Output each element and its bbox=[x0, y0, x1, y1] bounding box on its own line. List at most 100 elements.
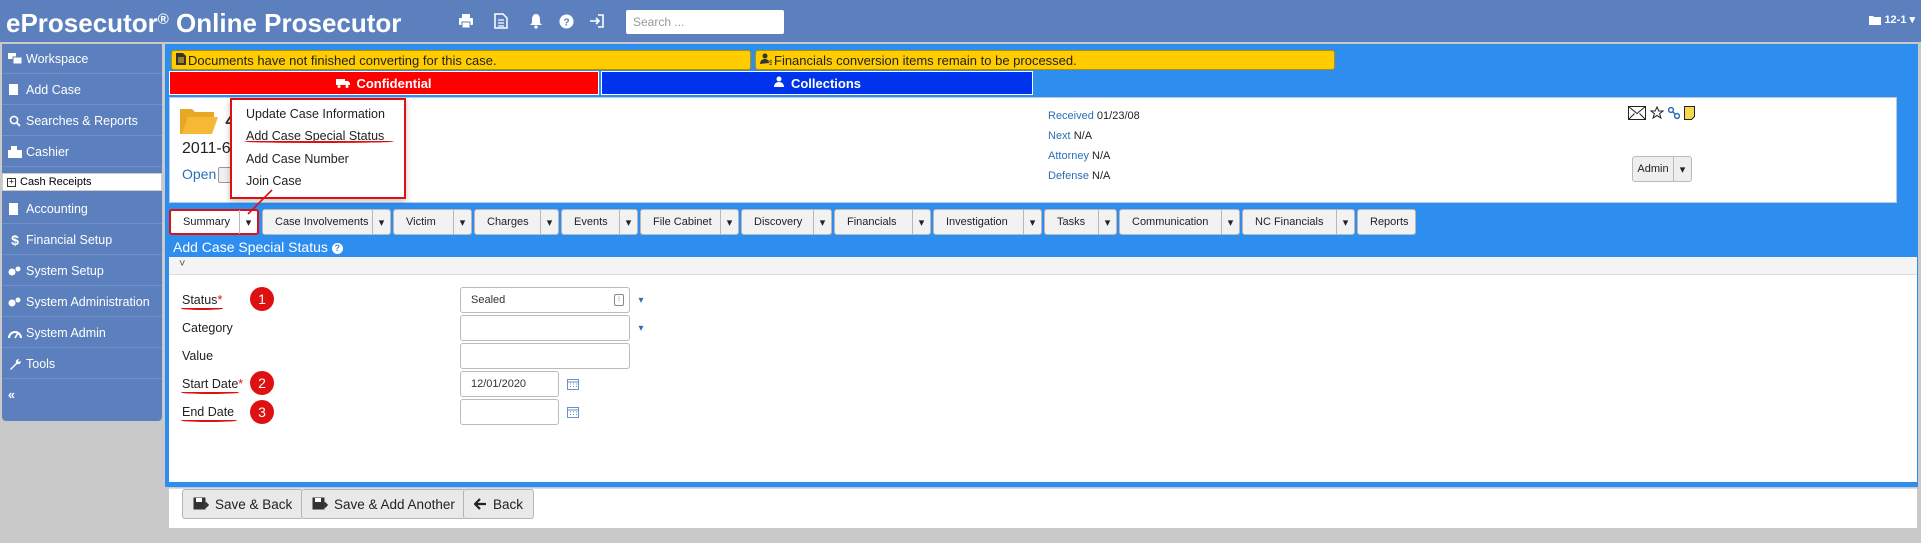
start-date-label: Start Date* bbox=[182, 377, 243, 391]
sidebar-item-cash-receipts[interactable]: + Cash Receipts bbox=[2, 173, 162, 191]
caret-down-icon[interactable]: ▾ bbox=[619, 210, 637, 234]
sidebar-item-searches-reports[interactable]: Searches & Reports bbox=[2, 106, 162, 136]
form-actions: Save & Back Save & Add Another Back bbox=[169, 488, 1917, 528]
print-icon[interactable] bbox=[456, 11, 476, 31]
section-title-text: Add Case Special Status bbox=[173, 239, 328, 255]
caret-down-icon[interactable]: ▾ bbox=[636, 295, 646, 306]
envelope-icon[interactable] bbox=[1628, 106, 1646, 120]
sidebar-item-add-case[interactable]: Add Case bbox=[2, 75, 162, 105]
sidebar-item-system-admin[interactable]: System Admin bbox=[2, 318, 162, 348]
tab-label: Communication bbox=[1132, 216, 1209, 228]
save-back-button[interactable]: Save & Back bbox=[182, 489, 304, 519]
back-label: Back bbox=[493, 496, 524, 512]
tab-case-involvements[interactable]: Case Involvements ▾ bbox=[262, 209, 391, 235]
caret-down-icon[interactable]: ▾ bbox=[1221, 210, 1239, 234]
help-icon[interactable]: ? bbox=[331, 243, 343, 254]
admin-button-label: Admin bbox=[1637, 163, 1669, 175]
status-label-text: Status bbox=[182, 293, 218, 307]
caret-down-icon[interactable]: ▾ bbox=[813, 210, 831, 234]
folder-icon bbox=[1869, 15, 1882, 25]
case-header: 4 2011-6 Open Received 01/23/08 Next N/A… bbox=[169, 97, 1897, 203]
tab-discovery[interactable]: Discovery ▾ bbox=[741, 209, 832, 235]
caret-down-icon[interactable]: ▾ bbox=[453, 210, 471, 234]
help-icon[interactable]: ? bbox=[556, 11, 576, 31]
search-input[interactable] bbox=[626, 10, 784, 34]
end-date-label: End Date bbox=[182, 405, 235, 419]
sidebar-item-label: System Setup bbox=[26, 263, 104, 278]
arrow-left-icon bbox=[474, 498, 486, 510]
caret-down-icon[interactable]: ▾ bbox=[636, 323, 646, 334]
annotation-underline bbox=[244, 140, 394, 143]
case-status-link[interactable]: Open bbox=[182, 166, 216, 182]
tab-label: Case Involvements bbox=[275, 216, 369, 228]
tab-tasks[interactable]: Tasks ▾ bbox=[1044, 209, 1117, 235]
calendar-icon[interactable] bbox=[567, 406, 579, 418]
caret-down-icon[interactable]: ▾ bbox=[1098, 210, 1116, 234]
defense-label: Defense bbox=[1048, 170, 1089, 182]
collapse-icon: « bbox=[8, 388, 15, 402]
caret-down-icon[interactable]: ▾ bbox=[1023, 210, 1041, 234]
tab-nc-financials[interactable]: NC Financials ▾ bbox=[1242, 209, 1355, 235]
save-icon bbox=[312, 497, 328, 510]
add-case-icon bbox=[8, 83, 22, 97]
bell-icon[interactable] bbox=[526, 11, 546, 31]
sidebar-item-accounting[interactable]: Accounting bbox=[2, 194, 162, 224]
calendar-icon[interactable] bbox=[567, 378, 579, 390]
required-marker: * bbox=[238, 377, 244, 391]
caret-down-icon[interactable]: ▾ bbox=[540, 210, 558, 234]
section-title: Add Case Special Status ? bbox=[169, 237, 1917, 257]
status-select[interactable]: Sealed ⁝ bbox=[460, 287, 630, 313]
workspace-icon bbox=[8, 52, 22, 66]
sidebar-item-workspace[interactable]: Workspace bbox=[2, 44, 162, 74]
tab-events[interactable]: Events ▾ bbox=[561, 209, 638, 235]
category-label: Category bbox=[182, 321, 233, 335]
sign-out-icon[interactable] bbox=[587, 11, 607, 31]
tab-reports[interactable]: Reports bbox=[1357, 209, 1416, 235]
sidebar-item-financial-setup[interactable]: $ Financial Setup bbox=[2, 225, 162, 255]
admin-button[interactable]: Admin ▾ bbox=[1632, 156, 1692, 182]
user-menu[interactable]: 12-1 ▾ bbox=[1869, 13, 1915, 26]
star-icon[interactable] bbox=[1650, 106, 1664, 120]
financials-alert: $ Financials conversion items remain to … bbox=[755, 50, 1335, 70]
dashboard-icon bbox=[8, 326, 22, 340]
sticky-note-icon[interactable] bbox=[1684, 106, 1695, 120]
caret-down-icon[interactable]: ▾ bbox=[372, 210, 390, 234]
tab-label: Investigation bbox=[946, 216, 1008, 228]
chevron-down-icon[interactable]: ˅ bbox=[179, 258, 185, 270]
next-label: Next bbox=[1048, 130, 1071, 142]
accounting-icon bbox=[8, 202, 22, 216]
menu-item-add-case-number[interactable]: Add Case Number bbox=[246, 150, 349, 168]
save-icon bbox=[193, 497, 209, 510]
tab-file-cabinet[interactable]: File Cabinet ▾ bbox=[640, 209, 739, 235]
truck-icon bbox=[336, 76, 351, 91]
menu-item-update-case-information[interactable]: Update Case Information bbox=[246, 105, 385, 123]
attorney: Attorney N/A bbox=[1048, 150, 1110, 162]
sidebar-item-cashier[interactable]: Cashier bbox=[2, 137, 162, 167]
caret-down-icon[interactable]: ▾ bbox=[912, 210, 930, 234]
caret-down-icon[interactable]: ▾ bbox=[720, 210, 738, 234]
sidebar-item-system-administration[interactable]: System Administration bbox=[2, 287, 162, 317]
caret-down-icon[interactable]: ▾ bbox=[1336, 210, 1354, 234]
tab-charges[interactable]: Charges ▾ bbox=[474, 209, 559, 235]
save-add-another-button[interactable]: Save & Add Another bbox=[301, 489, 466, 519]
back-button[interactable]: Back bbox=[463, 489, 535, 519]
tab-financials[interactable]: Financials ▾ bbox=[834, 209, 931, 235]
list-icon: ⁝ bbox=[614, 294, 624, 306]
link-icon[interactable] bbox=[1668, 106, 1680, 120]
end-date-input[interactable] bbox=[460, 399, 559, 425]
document-icon[interactable] bbox=[491, 11, 511, 31]
sidebar-collapse-button[interactable]: « bbox=[2, 380, 162, 410]
annotation-underline bbox=[181, 307, 223, 310]
cashier-icon bbox=[8, 145, 22, 159]
sidebar-item-label: Cash Receipts bbox=[20, 176, 92, 188]
start-date-input[interactable]: 12/01/2020 bbox=[460, 371, 559, 397]
tab-victim[interactable]: Victim ▾ bbox=[393, 209, 472, 235]
sidebar-item-system-setup[interactable]: System Setup bbox=[2, 256, 162, 286]
category-select[interactable] bbox=[460, 315, 630, 341]
tab-label: Events bbox=[574, 216, 608, 228]
tab-communication[interactable]: Communication ▾ bbox=[1119, 209, 1240, 235]
collapse-bar[interactable]: ˅ bbox=[169, 257, 1917, 275]
sidebar-item-tools[interactable]: Tools bbox=[2, 349, 162, 379]
tab-investigation[interactable]: Investigation ▾ bbox=[933, 209, 1042, 235]
value-input[interactable] bbox=[460, 343, 630, 369]
